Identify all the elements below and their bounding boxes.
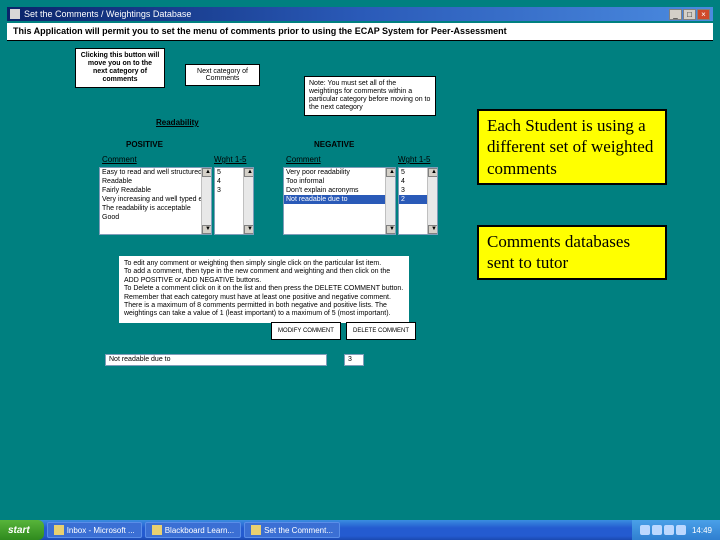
scroll-down-icon[interactable]: ▼: [244, 225, 254, 234]
note-box: Note: You must set all of the weightings…: [304, 76, 436, 116]
scroll-down-icon[interactable]: ▼: [386, 225, 396, 234]
app-description: This Application will permit you to set …: [7, 23, 713, 41]
scroll-down-icon[interactable]: ▼: [428, 225, 438, 234]
close-button[interactable]: ×: [697, 9, 710, 20]
scroll-up-icon[interactable]: ▲: [428, 168, 438, 177]
taskbar: start Inbox - Microsoft ... Blackboard L…: [0, 520, 720, 540]
app-icon: [54, 525, 64, 535]
taskbar-item-label: Set the Comment...: [264, 526, 333, 535]
scroll-up-icon[interactable]: ▲: [202, 168, 212, 177]
scroll-up-icon[interactable]: ▲: [386, 168, 396, 177]
scroll-up-icon[interactable]: ▲: [244, 168, 254, 177]
neg-weight-header: Wght 1-5: [398, 155, 430, 164]
scroll-down-icon[interactable]: ▼: [202, 225, 212, 234]
callout-students: Each Student is using a different set of…: [477, 109, 667, 185]
list-item[interactable]: The readability is acceptable: [100, 204, 211, 213]
list-item[interactable]: Good: [100, 213, 211, 222]
taskbar-item[interactable]: Blackboard Learn...: [145, 522, 241, 538]
taskbar-item[interactable]: Inbox - Microsoft ...: [47, 522, 142, 538]
taskbar-item-label: Inbox - Microsoft ...: [67, 526, 135, 535]
app-icon: [10, 9, 20, 19]
positive-weight-list[interactable]: 543▲▼: [214, 167, 254, 235]
list-item[interactable]: Very poor readability: [284, 168, 395, 177]
positive-comment-list[interactable]: Easy to read and well structuredReadable…: [99, 167, 212, 235]
window-titlebar: Set the Comments / Weightings Database _…: [7, 7, 713, 21]
list-item[interactable]: Very increasing and well typed essek: [100, 195, 211, 204]
weight-input[interactable]: 3: [344, 354, 364, 366]
scrollbar[interactable]: ▲▼: [201, 168, 211, 234]
maximize-button[interactable]: □: [683, 9, 696, 20]
neg-comment-header: Comment: [286, 155, 321, 164]
start-label: start: [8, 525, 30, 536]
scrollbar[interactable]: ▲▼: [427, 168, 437, 234]
list-item[interactable]: Fairly Readable: [100, 186, 211, 195]
delete-comment-button[interactable]: DELETE COMMENT: [346, 322, 416, 340]
tray-icon[interactable]: [664, 525, 674, 535]
negative-header: NEGATIVE: [314, 140, 354, 149]
next-category-button[interactable]: Next category of Comments: [185, 64, 260, 86]
pos-comment-header: Comment: [102, 155, 137, 164]
taskbar-item-label: Blackboard Learn...: [165, 526, 234, 535]
list-item[interactable]: Too informal: [284, 177, 395, 186]
modify-comment-button[interactable]: MODIFY COMMENT: [271, 322, 341, 340]
scrollbar[interactable]: ▲▼: [385, 168, 395, 234]
list-item[interactable]: Don't explain acronyms: [284, 186, 395, 195]
comment-input[interactable]: Not readable due to: [105, 354, 327, 366]
clock: 14:49: [692, 526, 712, 535]
list-item[interactable]: Not readable due to: [284, 195, 395, 204]
app-icon: [251, 525, 261, 535]
system-tray: 14:49: [632, 520, 720, 540]
pos-weight-header: Wght 1-5: [214, 155, 246, 164]
instructions-text: To edit any comment or weighting then si…: [119, 256, 409, 323]
minimize-button[interactable]: _: [669, 9, 682, 20]
window-title: Set the Comments / Weightings Database: [24, 9, 191, 19]
info-move-on: Clicking this button will move you on to…: [75, 48, 165, 88]
tray-icon[interactable]: [676, 525, 686, 535]
tray-icon[interactable]: [652, 525, 662, 535]
negative-weight-list[interactable]: 5432▲▼: [398, 167, 438, 235]
taskbar-item[interactable]: Set the Comment...: [244, 522, 340, 538]
tray-icon[interactable]: [640, 525, 650, 535]
callout-tutor: Comments databases sent to tutor: [477, 225, 667, 280]
scrollbar[interactable]: ▲▼: [243, 168, 253, 234]
positive-header: POSITIVE: [126, 140, 163, 149]
section-label: Readability: [156, 118, 199, 127]
app-icon: [152, 525, 162, 535]
list-item[interactable]: Readable: [100, 177, 211, 186]
start-button[interactable]: start: [0, 520, 44, 540]
list-item[interactable]: Easy to read and well structured: [100, 168, 211, 177]
negative-comment-list[interactable]: Very poor readabilityToo informalDon't e…: [283, 167, 396, 235]
